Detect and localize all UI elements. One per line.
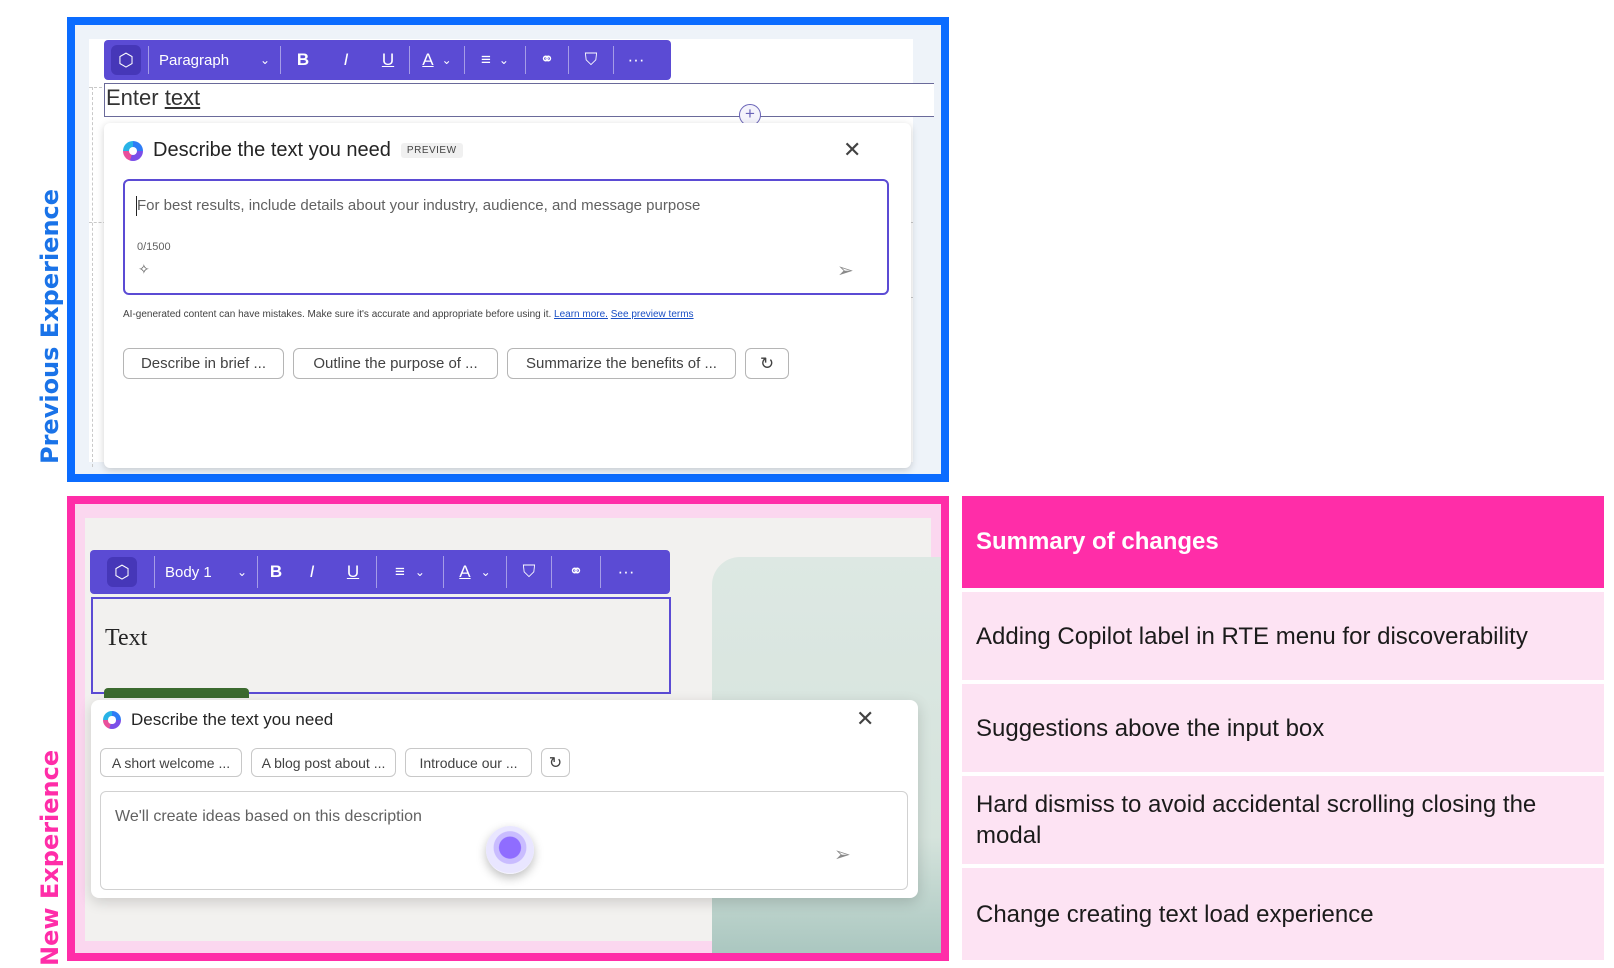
loading-orb-icon [486,826,534,874]
suggestion-chip[interactable]: Outline the purpose of ... [293,348,498,379]
prompt-placeholder: We'll create ideas based on this descrip… [115,808,422,825]
dialog-title: Describe the text you need [131,710,334,729]
font-color-label: A [422,50,434,69]
editor-text: Enter [106,85,165,110]
body-style-dropdown[interactable]: Body 1 ⌄ [155,550,257,594]
suggestion-chip[interactable]: Describe in brief ... [123,348,284,379]
font-color-button[interactable]: A ⌄ [410,40,464,80]
suggestion-chip[interactable]: Summarize the benefits of ... [507,348,736,379]
bold-button[interactable]: B [281,40,325,80]
refresh-icon: ↻ [548,754,563,772]
copilot-hex-icon: ⬡ [111,45,141,75]
format-painter-icon: ⛉ [584,50,598,69]
sparkle-icon[interactable]: ✧ [138,261,150,278]
close-icon[interactable]: ✕ [843,137,861,163]
link-button[interactable]: ⚭ [526,40,568,80]
chevron-down-icon: ⌄ [441,53,452,67]
new-rte-toolbar: ⬡ Body 1 ⌄ B I U ≡ ⌄ A ⌄ ⛉ ⚭ ··· [90,550,670,594]
paragraph-style-dropdown[interactable]: Paragraph ⌄ [149,40,280,80]
dialog-header: Describe the text you need [103,710,333,730]
style-dropdown-label: Body 1 [165,563,212,581]
prompt-input[interactable]: For best results, include details about … [123,179,889,295]
new-text-editor[interactable]: Text [91,597,671,694]
previous-text-editor[interactable]: Enter text [104,83,934,117]
summary-item: Change creating text load experience [962,868,1604,960]
preview-badge: PREVIEW [400,143,463,158]
summary-item: Hard dismiss to avoid accidental scrolli… [962,776,1604,864]
suggestion-chip[interactable]: A blog post about ... [251,748,396,777]
link-button[interactable]: ⚭ [552,550,600,594]
ai-disclaimer: AI-generated content can have mistakes. … [123,309,694,320]
more-options-button[interactable]: ··· [601,550,651,594]
send-icon[interactable]: ➢ [834,842,851,867]
summary-header: Summary of changes [962,496,1604,588]
align-icon: ≡ [395,562,405,581]
previous-copilot-dialog: Describe the text you need PREVIEW ✕ For… [104,123,911,468]
prompt-placeholder: For best results, include details about … [137,197,701,214]
disclaimer-text: AI-generated content can have mistakes. … [123,309,552,320]
refresh-icon: ↻ [759,353,775,373]
suggestion-chip[interactable]: A short welcome ... [100,748,242,777]
previous-experience-label: Previous Experience [36,188,64,464]
learn-more-link[interactable]: Learn more. [554,309,608,320]
font-color-button[interactable]: A ⌄ [444,550,506,594]
align-button[interactable]: ≡ ⌄ [377,550,443,594]
chevron-down-icon: ⌄ [480,565,491,579]
align-button[interactable]: ≡ ⌄ [465,40,525,80]
copilot-button[interactable]: ⬡ [90,550,154,594]
underline-button[interactable]: U [330,550,376,594]
new-copilot-dialog: Describe the text you need ✕ A short wel… [91,700,918,898]
editor-text-underlined: text [164,85,201,110]
italic-button[interactable]: I [325,40,367,80]
new-experience-label: New Experience [36,749,64,966]
copilot-hex-icon: ⬡ [107,557,137,587]
refresh-suggestions-button[interactable]: ↻ [745,348,789,379]
link-icon: ⚭ [539,50,555,69]
more-options-button[interactable]: ··· [614,40,658,80]
suggestion-chip[interactable]: Introduce our ... [405,748,532,777]
section-divider [92,87,93,467]
page-button-partial [104,688,249,698]
summary-item: Suggestions above the input box [962,684,1604,772]
send-icon[interactable]: ➢ [837,258,854,283]
previous-rte-toolbar: ⬡ Paragraph ⌄ B I U A ⌄ ≡ ⌄ ⚭ ⛉ ··· [104,40,671,80]
close-icon[interactable]: ✕ [856,706,874,732]
dialog-header: Describe the text you need PREVIEW [123,139,463,162]
format-painter-icon: ⛉ [522,562,536,581]
refresh-suggestions-button[interactable]: ↻ [541,748,570,777]
format-painter-button[interactable]: ⛉ [569,40,613,80]
link-icon: ⚭ [568,562,584,581]
copilot-button[interactable]: ⬡ [104,40,148,80]
chevron-down-icon: ⌄ [414,565,425,579]
preview-terms-link[interactable]: See preview terms [611,309,694,320]
font-color-label: A [459,562,471,581]
character-count: 0/1500 [137,241,171,253]
chevron-down-icon: ⌄ [498,53,509,67]
bold-button[interactable]: B [258,550,294,594]
editor-text: Text [105,625,148,651]
align-icon: ≡ [481,50,491,69]
summary-item: Adding Copilot label in RTE menu for dis… [962,592,1604,680]
style-dropdown-label: Paragraph [159,51,230,69]
italic-button[interactable]: I [294,550,330,594]
underline-button[interactable]: U [367,40,409,80]
copilot-icon [103,711,121,729]
dialog-title: Describe the text you need [153,139,391,161]
format-painter-button[interactable]: ⛉ [507,550,551,594]
chevron-down-icon: ⌄ [236,565,247,579]
prompt-input[interactable]: We'll create ideas based on this descrip… [100,791,908,890]
chevron-down-icon: ⌄ [259,53,270,67]
copilot-icon [123,140,143,161]
